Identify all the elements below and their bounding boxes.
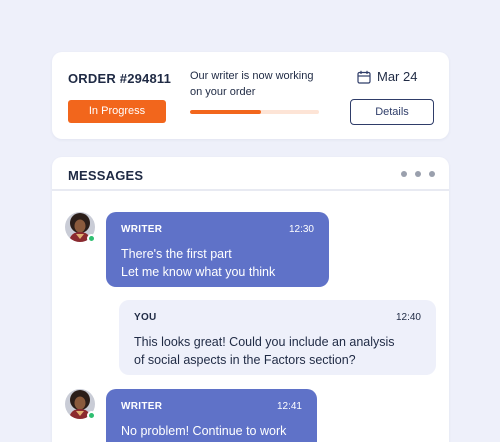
message-text: This looks great! Could you include an a… [134,333,421,369]
more-dot [429,171,435,177]
more-dot [415,171,421,177]
message-time: 12:30 [288,223,314,235]
online-indicator [87,411,96,420]
message-time: 12:41 [276,400,302,412]
messages-header: MESSAGES [52,157,449,191]
message-line: of social aspects in the Factors section… [134,353,356,367]
message-text: There's the first part Let me know what … [121,245,314,281]
order-progress-bar [190,110,319,114]
more-options-icon[interactable] [401,169,435,179]
writer-avatar [65,389,96,420]
message-line: Let me know what you think [121,265,276,279]
message-text: No problem! Continue to work [121,422,302,440]
status-badge: In Progress [68,100,166,123]
writer-avatar [65,212,96,243]
message-bubble: WRITER 12:41 No problem! Continue to wor… [106,389,317,442]
message-bubble: WRITER 12:30 There's the first part Let … [106,212,329,287]
messages-panel: MESSAGES WRITER 12:30 There's the first [52,157,449,442]
order-date: Mar 24 [377,69,418,84]
message-sender: WRITER [121,223,163,235]
order-status-message: Our writer is now working on your order [190,70,314,98]
message-sender: WRITER [121,400,163,412]
message-line: There's the first part [121,247,232,261]
messages-title: MESSAGES [68,168,144,183]
message-line: This looks great! Could you include an a… [134,335,395,349]
order-title: ORDER #294811 [68,71,172,86]
order-progress-fill [190,110,261,114]
details-button[interactable]: Details [350,99,434,125]
online-indicator [87,234,96,243]
message-sender: YOU [134,311,157,323]
order-card: ORDER #294811 In Progress Our writer is … [52,52,449,139]
message-time: 12:40 [395,311,421,323]
message-line: No problem! Continue to work [121,424,287,438]
more-dot [401,171,407,177]
calendar-icon [357,70,371,84]
message-bubble: YOU 12:40 This looks great! Could you in… [119,300,436,375]
